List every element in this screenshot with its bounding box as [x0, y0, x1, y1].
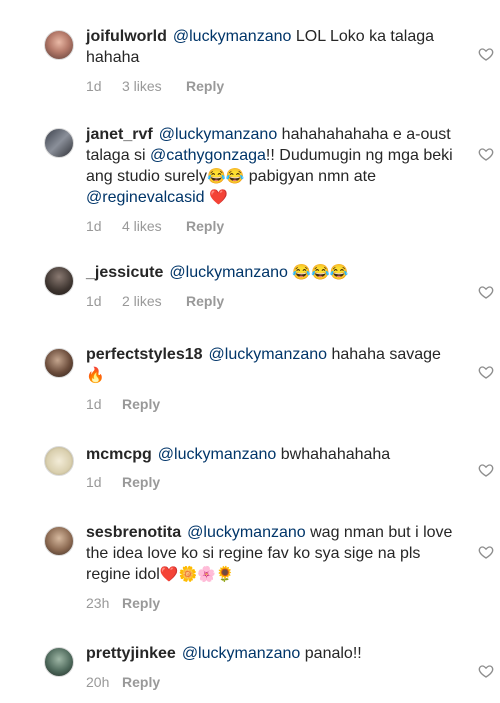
- avatar[interactable]: [44, 266, 74, 296]
- comment-meta: 20h Reply: [86, 673, 456, 691]
- comment-time: 1d: [86, 218, 102, 234]
- comment-username[interactable]: prettyjinkee: [86, 645, 176, 662]
- heart-icon[interactable]: [478, 364, 494, 380]
- mention-link[interactable]: @luckymanzano: [182, 645, 301, 662]
- likes-count[interactable]: 4 likes: [122, 217, 186, 235]
- avatar[interactable]: [44, 30, 74, 60]
- comment-meta: 23h Reply: [86, 594, 456, 612]
- comment-body: panalo!!: [304, 645, 362, 662]
- fire-emoji-icon: 🔥: [86, 367, 105, 384]
- avatar[interactable]: [44, 526, 74, 556]
- comment-time: 20h: [86, 674, 110, 690]
- comment-meta: 1d 3 likes Reply: [86, 77, 456, 95]
- comment-text: perfectstyles18 @luckymanzano hahaha sava…: [86, 344, 456, 386]
- comment-meta: 1d 4 likes Reply: [86, 217, 456, 235]
- mention-link[interactable]: @luckymanzano: [209, 346, 328, 363]
- mention-link[interactable]: @luckymanzano: [159, 126, 278, 143]
- reply-button[interactable]: Reply: [186, 77, 224, 95]
- comment-time: 1d: [86, 293, 102, 309]
- heart-icon[interactable]: [478, 284, 494, 300]
- mention-link[interactable]: @cathygonzaga: [150, 147, 266, 164]
- avatar[interactable]: [44, 348, 74, 378]
- reply-button[interactable]: Reply: [122, 473, 160, 491]
- comment-username[interactable]: perfectstyles18: [86, 346, 203, 363]
- comment-username[interactable]: _jessicute: [86, 264, 163, 281]
- comment-time: 1d: [86, 474, 102, 490]
- comment-text: janet_rvf @luckymanzano hahahahahaha e a-…: [86, 124, 456, 208]
- comment-username[interactable]: mcmcpg: [86, 446, 152, 463]
- comment-body: bwhahahahaha: [280, 446, 391, 463]
- reply-button[interactable]: Reply: [122, 673, 160, 691]
- avatar[interactable]: [44, 128, 74, 158]
- mention-link[interactable]: @luckymanzano: [158, 446, 277, 463]
- comment-meta: 1d 2 likes Reply: [86, 292, 456, 310]
- red-heart-emoji-icon: ❤️: [208, 189, 228, 206]
- flower-emoji-icon: ❤️🌼🌸🌻: [159, 566, 235, 583]
- reply-button[interactable]: Reply: [186, 292, 224, 310]
- comment-body: hahaha savage: [331, 346, 441, 363]
- comment-username[interactable]: joifulworld: [86, 28, 167, 45]
- likes-count[interactable]: 2 likes: [122, 292, 186, 310]
- heart-icon[interactable]: [478, 146, 494, 162]
- comment-meta: 1d Reply: [86, 473, 456, 491]
- avatar[interactable]: [44, 446, 74, 476]
- avatar[interactable]: [44, 647, 74, 677]
- mention-link[interactable]: @reginevalcasid: [86, 189, 205, 206]
- reply-button[interactable]: Reply: [122, 395, 160, 413]
- mention-link[interactable]: @luckymanzano: [187, 524, 306, 541]
- heart-icon[interactable]: [478, 663, 494, 679]
- reply-button[interactable]: Reply: [122, 594, 160, 612]
- heart-icon[interactable]: [478, 544, 494, 560]
- comment-time: 1d: [86, 396, 102, 412]
- comment-text: mcmcpg @luckymanzano bwhahahahaha: [86, 444, 456, 465]
- comment-text: _jessicute @luckymanzano 😂😂😂: [86, 262, 456, 283]
- comment-body: pabigyan nmn ate: [248, 168, 376, 185]
- laughing-emoji-icon: 😂😂: [206, 168, 245, 185]
- comment-text: joifulworld @luckymanzano LOL Loko ka tal…: [86, 26, 456, 68]
- reply-button[interactable]: Reply: [186, 217, 224, 235]
- comment-username[interactable]: sesbrenotita: [86, 524, 181, 541]
- comment-time: 23h: [86, 595, 110, 611]
- comment-text: prettyjinkee @luckymanzano panalo!!: [86, 643, 456, 664]
- comment-text: sesbrenotita @luckymanzano wag nman but i…: [86, 522, 456, 585]
- laughing-emoji-icon: 😂😂😂: [292, 264, 349, 281]
- mention-link[interactable]: @luckymanzano: [169, 264, 288, 281]
- heart-icon[interactable]: [478, 46, 494, 62]
- comment-meta: 1d Reply: [86, 395, 456, 413]
- comment-time: 1d: [86, 78, 102, 94]
- mention-link[interactable]: @luckymanzano: [173, 28, 292, 45]
- likes-count[interactable]: 3 likes: [122, 77, 186, 95]
- comment-username[interactable]: janet_rvf: [86, 126, 153, 143]
- heart-icon[interactable]: [478, 462, 494, 478]
